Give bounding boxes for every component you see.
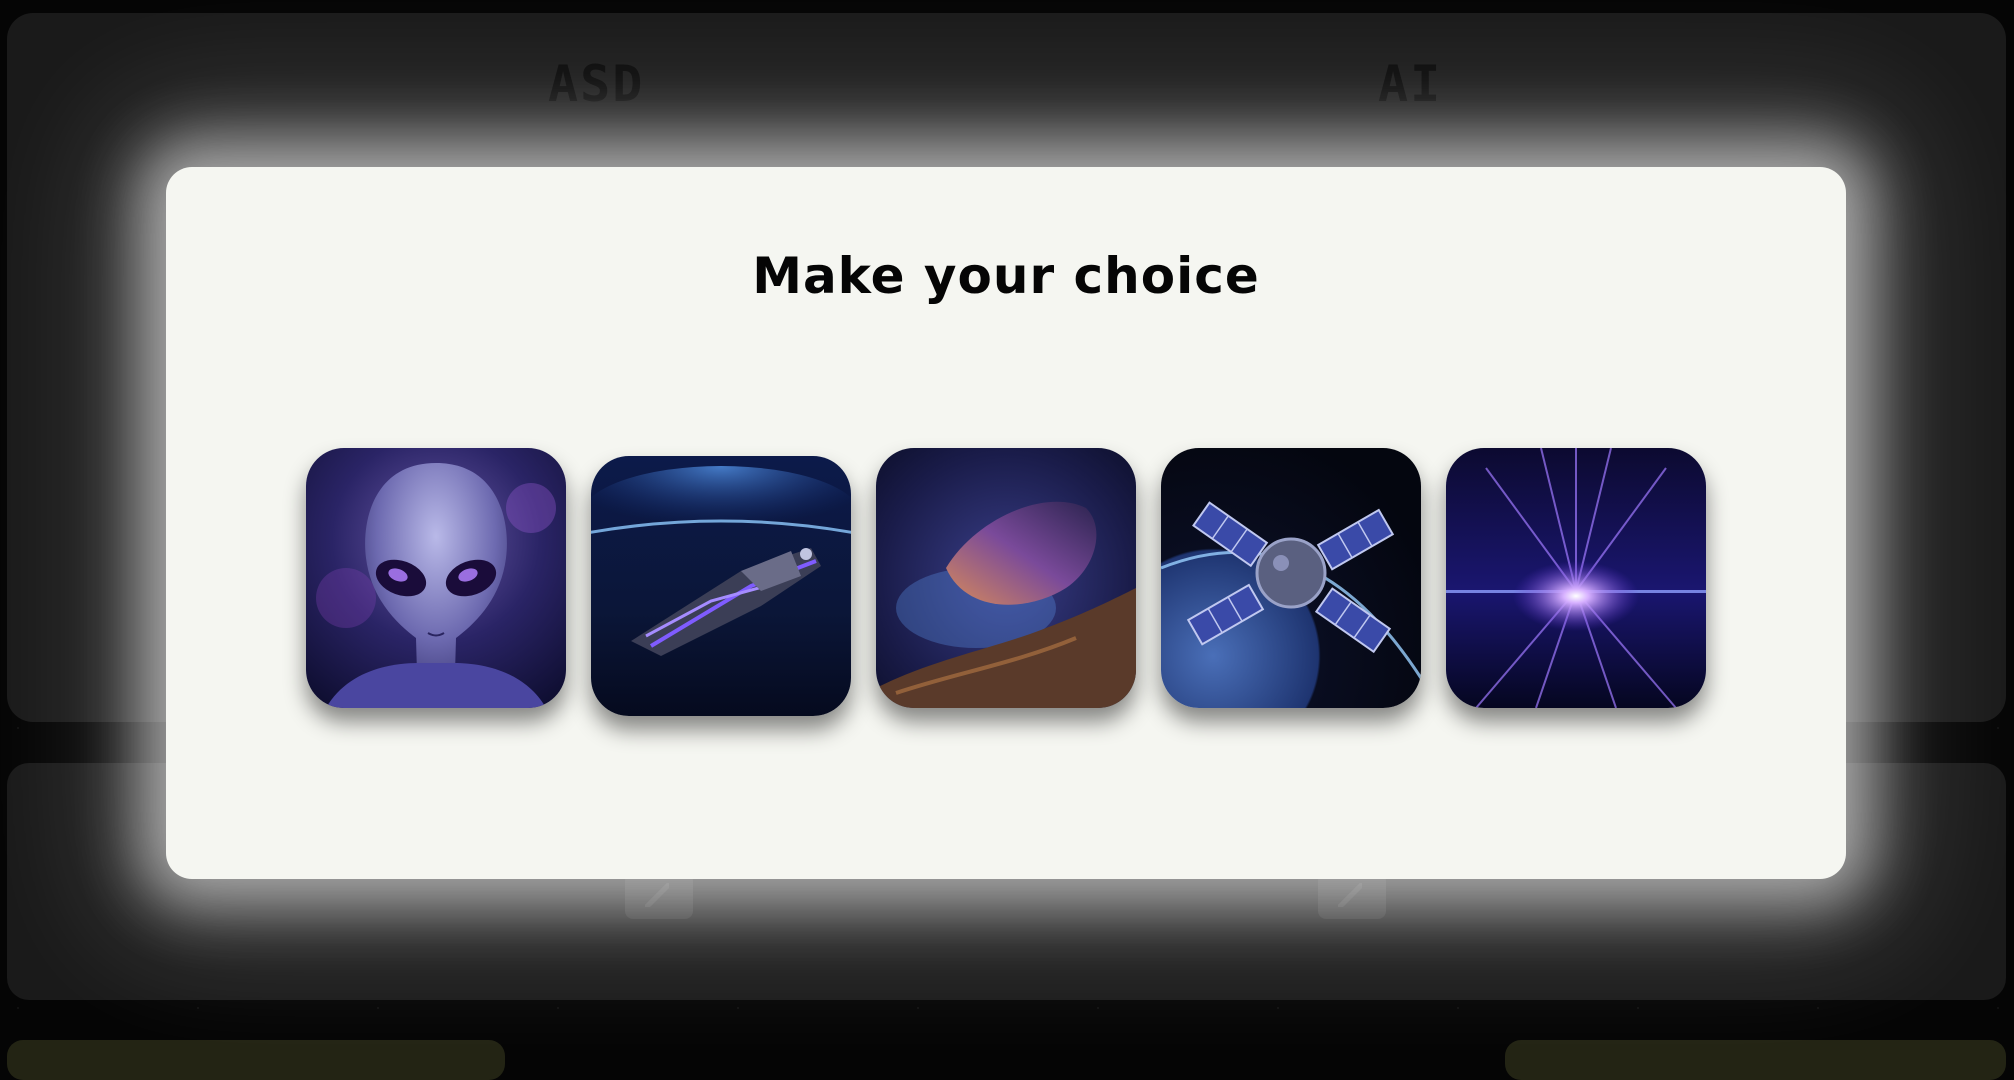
alien-icon[interactable] xyxy=(306,448,566,708)
satellite-icon[interactable] xyxy=(1161,448,1421,708)
light-burst-icon[interactable] xyxy=(1446,448,1706,708)
edit-button-right[interactable] xyxy=(1318,873,1386,919)
player-name-right: AI xyxy=(1378,55,1443,113)
choice-modal: Make your choice xyxy=(166,167,1846,879)
spaceship-icon[interactable] xyxy=(591,456,851,716)
asteroid-icon[interactable] xyxy=(876,448,1136,708)
edit-button-left[interactable] xyxy=(625,873,693,919)
bottom-tab-right[interactable] xyxy=(1505,1040,2006,1080)
bottom-tab-left[interactable] xyxy=(7,1040,505,1080)
player-name-left: ASD xyxy=(548,55,645,113)
modal-title: Make your choice xyxy=(752,247,1260,305)
